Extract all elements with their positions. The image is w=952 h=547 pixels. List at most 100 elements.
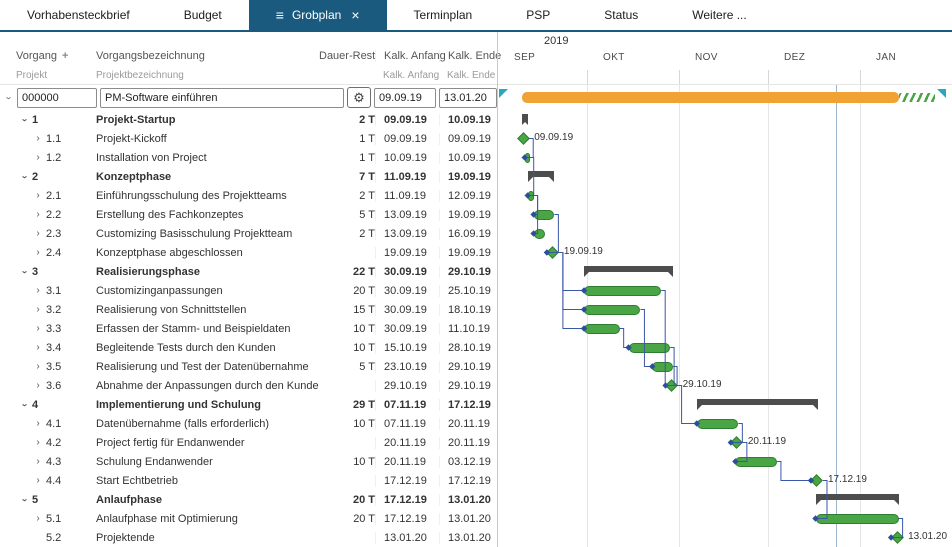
task-start-date: 20.11.19	[375, 437, 439, 449]
expand-chevron-icon[interactable]: ›	[32, 229, 44, 239]
expand-chevron-icon[interactable]: ›	[19, 266, 29, 278]
table-row[interactable]: ›4.2Project fertig für Endanwender20.11.…	[0, 433, 497, 452]
table-row[interactable]: ›5.1Anlaufphase mit Optimierung20 T17.12…	[0, 509, 497, 528]
table-row[interactable]: ›4.4Start Echtbetrieb17.12.1917.12.19	[0, 471, 497, 490]
table-row[interactable]: ›1.1Projekt-Kickoff1 T09.09.1909.09.19	[0, 129, 497, 148]
expand-chevron-icon[interactable]: ›	[32, 286, 44, 296]
tab[interactable]: Terminplan	[387, 0, 500, 30]
table-row[interactable]: ›2.3Customizing Basisschulung Projekttea…	[0, 224, 497, 243]
expand-chevron-icon[interactable]: ›	[32, 305, 44, 315]
gantt-milestone[interactable]	[517, 132, 530, 145]
table-row[interactable]: ›3.6Abnahme der Anpassungen durch den Ku…	[0, 376, 497, 395]
expand-chevron-icon[interactable]: ›	[32, 324, 44, 334]
column-header-duration[interactable]: Dauer-Rest	[319, 50, 375, 62]
gantt-summary-bar[interactable]	[697, 399, 819, 405]
tab[interactable]: Status	[577, 0, 665, 30]
expand-chevron-icon[interactable]: ›	[32, 134, 44, 144]
expand-chevron-icon[interactable]: ›	[32, 210, 44, 220]
project-summary-bar[interactable]	[522, 92, 899, 103]
project-name-input[interactable]	[100, 88, 344, 108]
table-row[interactable]: ›1Projekt-Startup2 T09.09.1910.09.19	[0, 110, 497, 129]
project-end-input[interactable]	[439, 88, 497, 108]
expand-chevron-icon[interactable]: ›	[19, 171, 29, 183]
table-row[interactable]: ›1.2Installation von Project1 T10.09.191…	[0, 148, 497, 167]
gantt-task-bar[interactable]	[584, 305, 640, 315]
task-duration: 20 T	[319, 513, 375, 525]
gantt-summary-bar[interactable]	[522, 114, 528, 120]
table-row[interactable]: ›3.4Begleitende Tests durch den Kunden10…	[0, 338, 497, 357]
gantt-task-bar[interactable]	[528, 191, 534, 201]
table-row[interactable]: ›3.2Realisierung von Schnittstellen15 T3…	[0, 300, 497, 319]
column-header-name[interactable]: Vorgangsbezeichnung	[88, 50, 319, 62]
expand-chevron-icon[interactable]: ›	[32, 438, 44, 448]
expand-chevron-icon[interactable]: ›	[19, 114, 29, 126]
task-name: Realisierung von Schnittstellen	[88, 304, 319, 316]
column-header-end[interactable]: Kalk. Ende	[439, 50, 497, 62]
expand-chevron-icon[interactable]: ›	[32, 153, 44, 163]
project-start-input[interactable]	[374, 88, 436, 108]
add-column-icon[interactable]: +	[62, 50, 68, 62]
project-row[interactable]: › ⚙	[0, 85, 497, 110]
task-name: Projektende	[88, 532, 319, 544]
gantt-milestone[interactable]	[891, 531, 904, 544]
task-duration: 1 T	[319, 133, 375, 145]
task-tree-cell: ›4.3	[8, 456, 88, 468]
expand-chevron-icon[interactable]: ›	[32, 381, 44, 391]
wbs-number: 4.1	[46, 418, 61, 430]
table-row[interactable]: ›2.1Einführungsschulung des Projektteams…	[0, 186, 497, 205]
gantt-milestone[interactable]	[811, 474, 824, 487]
expand-chevron-icon[interactable]: ›	[32, 343, 44, 353]
table-row[interactable]: ›3.5Realisierung und Test der Datenübern…	[0, 357, 497, 376]
task-end-date: 13.01.20	[439, 513, 497, 525]
table-row[interactable]: ›2.4Konzeptphase abgeschlossen19.09.1919…	[0, 243, 497, 262]
gantt-task-bar[interactable]	[735, 457, 777, 467]
gantt-task-bar[interactable]	[629, 343, 671, 353]
close-icon[interactable]: ×	[351, 8, 359, 22]
table-row[interactable]: ›2.2Erstellung des Fachkonzeptes5 T13.09…	[0, 205, 497, 224]
table-row[interactable]: 5.2Projektende13.01.2013.01.20	[0, 528, 497, 547]
expand-chevron-icon[interactable]: ›	[32, 476, 44, 486]
expand-chevron-icon[interactable]: ›	[32, 419, 44, 429]
tab[interactable]: Weitere ...	[665, 0, 773, 30]
task-name: Customizing Basisschulung Projektteam	[88, 228, 319, 240]
project-id-input[interactable]	[17, 88, 97, 108]
expand-chevron-icon[interactable]: ›	[19, 494, 29, 506]
expand-chevron-icon[interactable]: ›	[32, 191, 44, 201]
gear-button[interactable]: ⚙	[347, 87, 371, 108]
gantt-milestone[interactable]	[547, 246, 560, 259]
gantt-milestone[interactable]	[730, 436, 743, 449]
column-header-task[interactable]: Vorgang	[8, 50, 57, 62]
gantt-task-bar[interactable]	[652, 362, 673, 372]
task-duration: 2 T	[319, 114, 375, 126]
tab[interactable]: ≡Grobplan×	[249, 0, 387, 30]
table-row[interactable]: ›3.3Erfassen der Stamm- und Beispieldate…	[0, 319, 497, 338]
gantt-summary-bar[interactable]	[816, 494, 899, 500]
tab[interactable]: Budget	[157, 0, 249, 30]
table-row[interactable]: ›5Anlaufphase20 T17.12.1913.01.20	[0, 490, 497, 509]
gantt-summary-bar[interactable]	[528, 171, 555, 177]
expand-chevron-icon[interactable]: ›	[32, 362, 44, 372]
expand-chevron-icon[interactable]: ›	[32, 514, 44, 524]
expand-chevron-icon[interactable]: ›	[19, 399, 29, 411]
gantt-task-bar[interactable]	[816, 514, 899, 524]
table-row[interactable]: ›3.1Customizinganpassungen20 T30.09.1925…	[0, 281, 497, 300]
column-header-start[interactable]: Kalk. Anfang	[375, 50, 439, 62]
expand-chevron-icon[interactable]: ›	[32, 248, 44, 258]
expand-chevron-icon[interactable]: ›	[3, 92, 13, 104]
tab[interactable]: Vorhabensteckbrief	[0, 0, 157, 30]
gantt-task-bar[interactable]	[534, 210, 555, 220]
table-row[interactable]: ›4.3Schulung Endanwender10 T20.11.1903.1…	[0, 452, 497, 471]
gantt-task-bar[interactable]	[525, 153, 530, 163]
table-row[interactable]: ›4.1Datenübernahme (falls erforderlich)1…	[0, 414, 497, 433]
table-row[interactable]: ›3Realisierungsphase22 T30.09.1929.10.19	[0, 262, 497, 281]
table-row[interactable]: ›4Implementierung und Schulung29 T07.11.…	[0, 395, 497, 414]
table-row[interactable]: ›2Konzeptphase7 T11.09.1919.09.19	[0, 167, 497, 186]
gantt-task-bar[interactable]	[584, 324, 620, 334]
gantt-task-bar[interactable]	[584, 286, 661, 296]
gantt-task-bar[interactable]	[534, 229, 546, 239]
tab[interactable]: PSP	[499, 0, 577, 30]
gantt-task-bar[interactable]	[697, 419, 739, 429]
expand-chevron-icon[interactable]: ›	[32, 457, 44, 467]
gantt-summary-bar[interactable]	[584, 266, 673, 272]
gantt-milestone[interactable]	[665, 379, 678, 392]
